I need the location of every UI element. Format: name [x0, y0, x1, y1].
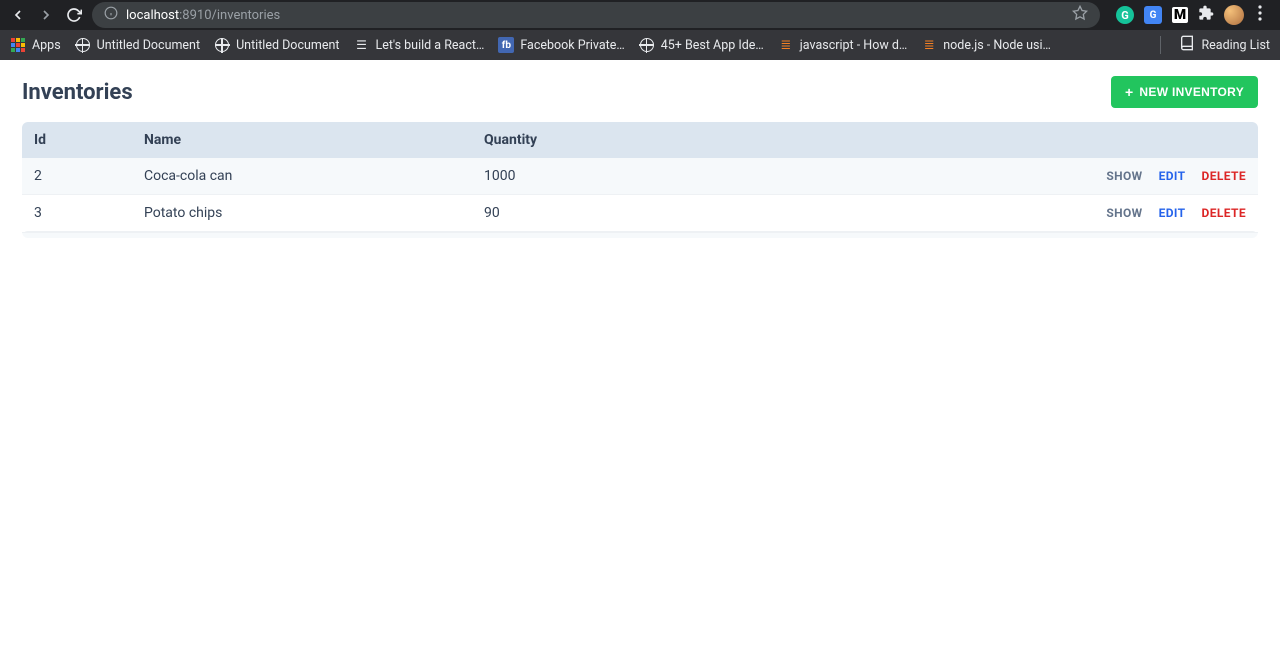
- reading-list-label: Reading List: [1201, 38, 1270, 53]
- cell-id: 3: [22, 195, 132, 232]
- inventories-table: Id Name Quantity 2 Coca-cola can 1000 SH…: [22, 122, 1258, 232]
- bookmarks-bar: Apps Untitled Document Untitled Document…: [0, 30, 1280, 60]
- delete-link[interactable]: DELETE: [1202, 169, 1247, 183]
- google-translate-icon[interactable]: G: [1144, 6, 1162, 24]
- bookmark-label: node.js - Node usi…: [943, 38, 1051, 53]
- bookmark-label: Let's build a React…: [375, 38, 484, 53]
- globe-icon: [214, 37, 230, 53]
- bookmark-item[interactable]: Untitled Document: [214, 37, 339, 53]
- edit-link[interactable]: EDIT: [1159, 169, 1186, 183]
- bookmark-item[interactable]: ≣ node.js - Node usi…: [921, 37, 1051, 53]
- edit-link[interactable]: EDIT: [1159, 206, 1186, 220]
- extensions-puzzle-icon[interactable]: [1198, 5, 1214, 25]
- stackoverflow-icon: ≣: [778, 37, 794, 53]
- bookmark-item[interactable]: ☰ Let's build a React…: [353, 37, 484, 53]
- page-header: Inventories + NEW INVENTORY: [22, 76, 1258, 108]
- url-host: localhost: [126, 8, 179, 23]
- table-row: 3 Potato chips 90 SHOW EDIT DELETE: [22, 195, 1258, 232]
- browser-menu-icon[interactable]: [1254, 5, 1266, 25]
- url-text: localhost:8910/inventories: [126, 8, 280, 23]
- bookmark-star-icon[interactable]: [1072, 5, 1088, 25]
- cell-quantity: 1000: [472, 158, 998, 195]
- extension-icons: G G M: [1116, 5, 1272, 25]
- bookmark-label: Facebook Private…: [520, 38, 624, 53]
- cell-name: Potato chips: [132, 195, 472, 232]
- table-footer-stripe: [22, 232, 1258, 238]
- reload-button[interactable]: [64, 5, 84, 25]
- cell-name: Coca-cola can: [132, 158, 472, 195]
- delete-link[interactable]: DELETE: [1202, 206, 1247, 220]
- reading-list-icon: [1179, 35, 1195, 55]
- list-icon: ☰: [353, 37, 369, 53]
- bookmark-item[interactable]: 45+ Best App Ide…: [639, 37, 764, 53]
- back-button[interactable]: [8, 5, 28, 25]
- medium-icon[interactable]: M: [1172, 7, 1188, 23]
- col-header-id: Id: [22, 122, 132, 158]
- url-path: :8910/inventories: [179, 8, 280, 23]
- page-title: Inventories: [22, 80, 133, 105]
- grammarly-icon[interactable]: G: [1116, 6, 1134, 24]
- apps-label: Apps: [32, 38, 61, 53]
- cell-actions: SHOW EDIT DELETE: [998, 158, 1258, 195]
- apps-shortcut[interactable]: Apps: [10, 37, 61, 53]
- facebook-icon: fb: [498, 37, 514, 53]
- bookmark-item[interactable]: ≣ javascript - How d…: [778, 37, 907, 53]
- col-header-actions: [998, 122, 1258, 158]
- col-header-name: Name: [132, 122, 472, 158]
- bookmark-label: Untitled Document: [97, 38, 200, 53]
- forward-button[interactable]: [36, 5, 56, 25]
- bookmark-item[interactable]: fb Facebook Private…: [498, 37, 624, 53]
- stackoverflow-icon: ≣: [921, 37, 937, 53]
- cell-id: 2: [22, 158, 132, 195]
- reading-list-button[interactable]: Reading List: [1179, 35, 1270, 55]
- cell-actions: SHOW EDIT DELETE: [998, 195, 1258, 232]
- col-header-quantity: Quantity: [472, 122, 998, 158]
- profile-avatar[interactable]: [1224, 5, 1244, 25]
- new-inventory-button[interactable]: + NEW INVENTORY: [1111, 76, 1258, 108]
- globe-icon: [639, 37, 655, 53]
- page-content: Inventories + NEW INVENTORY Id Name Quan…: [0, 60, 1280, 254]
- show-link[interactable]: SHOW: [1106, 169, 1142, 183]
- table-header-row: Id Name Quantity: [22, 122, 1258, 158]
- plus-icon: +: [1125, 84, 1133, 100]
- bookmark-label: javascript - How d…: [800, 38, 907, 53]
- bookmark-label: 45+ Best App Ide…: [661, 38, 764, 53]
- show-link[interactable]: SHOW: [1106, 206, 1142, 220]
- apps-grid-icon: [10, 37, 26, 53]
- browser-chrome: localhost:8910/inventories G G M Apps: [0, 0, 1280, 60]
- cell-quantity: 90: [472, 195, 998, 232]
- bookmark-item[interactable]: Untitled Document: [75, 37, 200, 53]
- separator: [1160, 36, 1161, 54]
- globe-icon: [75, 37, 91, 53]
- address-bar[interactable]: localhost:8910/inventories: [92, 2, 1100, 28]
- site-info-icon[interactable]: [104, 6, 118, 24]
- table-row: 2 Coca-cola can 1000 SHOW EDIT DELETE: [22, 158, 1258, 195]
- bookmark-label: Untitled Document: [236, 38, 339, 53]
- browser-toolbar: localhost:8910/inventories G G M: [0, 0, 1280, 30]
- new-inventory-label: NEW INVENTORY: [1139, 85, 1244, 99]
